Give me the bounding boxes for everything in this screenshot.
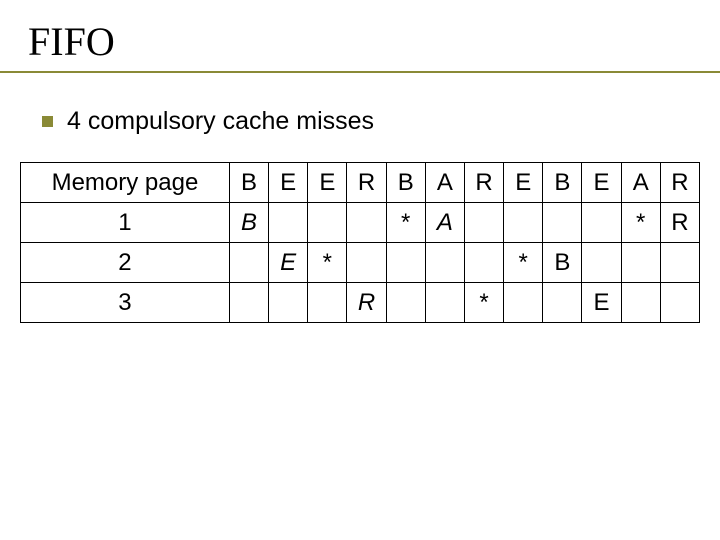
table-cell [464, 243, 503, 283]
table-cell [308, 203, 347, 243]
table-cell [269, 203, 308, 243]
table-cell [347, 243, 386, 283]
table-cell [582, 203, 621, 243]
reference-cell: E [269, 163, 308, 203]
reference-cell: E [504, 163, 543, 203]
table-container: Memory pageBEERBAREBEAR1B*A*R2E**B3R*E [0, 136, 720, 323]
table-cell: * [504, 243, 543, 283]
table-cell [347, 203, 386, 243]
table-cell: B [229, 203, 268, 243]
bullet-row: 4 compulsory cache misses [0, 73, 720, 136]
reference-cell: B [229, 163, 268, 203]
reference-cell: B [543, 163, 582, 203]
bullet-text: 4 compulsory cache misses [67, 107, 374, 136]
reference-cell: E [582, 163, 621, 203]
table-cell [660, 243, 699, 283]
table-cell: * [621, 203, 660, 243]
table-cell [308, 283, 347, 323]
table-cell [269, 283, 308, 323]
table-cell [425, 283, 464, 323]
table-cell [229, 243, 268, 283]
row-label: 2 [21, 243, 230, 283]
row-label: 3 [21, 283, 230, 323]
table-cell [621, 243, 660, 283]
table-cell: * [308, 243, 347, 283]
title-bar: FIFO [0, 0, 720, 73]
table-cell [425, 243, 464, 283]
table-cell: R [347, 283, 386, 323]
reference-cell: B [386, 163, 425, 203]
table-cell [504, 283, 543, 323]
fifo-table: Memory pageBEERBAREBEAR1B*A*R2E**B3R*E [20, 162, 700, 323]
table-cell [621, 283, 660, 323]
table-cell [464, 203, 503, 243]
reference-cell: E [308, 163, 347, 203]
table-cell: E [582, 283, 621, 323]
reference-cell: A [425, 163, 464, 203]
reference-cell: R [464, 163, 503, 203]
table-cell [229, 283, 268, 323]
table-cell: E [269, 243, 308, 283]
square-bullet-icon [42, 116, 53, 127]
table-cell: B [543, 243, 582, 283]
table-cell [543, 203, 582, 243]
header-label: Memory page [21, 163, 230, 203]
table-cell: * [464, 283, 503, 323]
reference-cell: A [621, 163, 660, 203]
page-title: FIFO [28, 18, 692, 65]
table-cell: R [660, 203, 699, 243]
table-cell [386, 283, 425, 323]
row-label: 1 [21, 203, 230, 243]
reference-cell: R [660, 163, 699, 203]
table-cell [386, 243, 425, 283]
table-cell: A [425, 203, 464, 243]
reference-cell: R [347, 163, 386, 203]
table-cell: * [386, 203, 425, 243]
table-cell [660, 283, 699, 323]
table-cell [504, 203, 543, 243]
table-cell [543, 283, 582, 323]
table-cell [582, 243, 621, 283]
